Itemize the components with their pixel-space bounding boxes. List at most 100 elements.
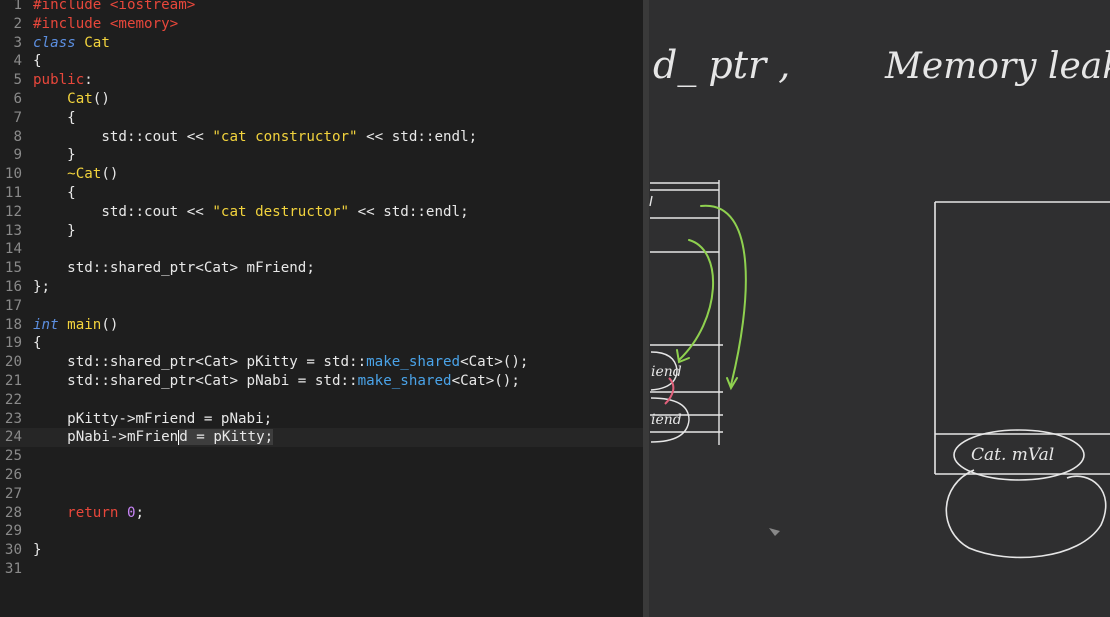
code-line[interactable]: 22: [0, 391, 643, 410]
line-number: 10: [4, 166, 22, 183]
line-code[interactable]: std::shared_ptr<Cat> pNabi = std::make_s…: [33, 372, 520, 391]
code-line[interactable]: 21 std::shared_ptr<Cat> pNabi = std::mak…: [0, 372, 643, 391]
code-line[interactable]: 20 std::shared_ptr<Cat> pKitty = std::ma…: [0, 353, 643, 372]
code-token: 0: [126, 504, 136, 521]
line-number: 21: [4, 373, 22, 389]
line-code[interactable]: #include <iostream>: [33, 0, 195, 15]
line-code[interactable]: class Cat: [33, 34, 110, 53]
code-token: {: [33, 335, 42, 352]
code-line[interactable]: 19 {: [0, 334, 643, 353]
line-number: 6: [13, 91, 22, 107]
code-token: {: [33, 185, 76, 201]
code-line[interactable]: 15 std::shared_ptr<Cat> mFriend;: [0, 259, 643, 278]
code-line[interactable]: 25: [0, 447, 643, 466]
line-code[interactable]: std::cout << "cat constructor" << std::e…: [33, 128, 477, 147]
code-token: pKitty->mFriend = pNabi;: [33, 410, 273, 427]
line-code[interactable]: pNabi->mFriend = pKitty;: [33, 428, 274, 447]
line-code[interactable]: {: [33, 52, 42, 71]
line-number: 8: [13, 128, 22, 145]
code-line[interactable]: 13 }: [0, 222, 643, 241]
line-code[interactable]: std::cout << "cat destructor" << std::en…: [33, 203, 468, 222]
line-code[interactable]: public:: [33, 71, 93, 90]
code-line[interactable]: 9 }: [0, 146, 643, 165]
line-code[interactable]: return 0;: [33, 504, 144, 523]
arrow-inner: [678, 239, 715, 361]
line-number: 23: [4, 410, 22, 427]
line-code[interactable]: Cat(): [33, 90, 110, 109]
code-line[interactable]: 8 std::cout << "cat constructor" << std:…: [0, 128, 643, 147]
code-line[interactable]: 2 #include <memory>: [0, 15, 643, 34]
line-code[interactable]: std::shared_ptr<Cat> pKitty = std::make_…: [33, 353, 528, 372]
code-token: << std::endl;: [357, 128, 478, 145]
code-line[interactable]: 10 ~Cat(): [0, 165, 643, 184]
code-line[interactable]: 18 int main(): [0, 316, 643, 335]
code-token: std::shared_ptr<Cat> pKitty = std::: [33, 354, 367, 371]
stack-label-2: iend: [651, 412, 682, 428]
code-line[interactable]: 4{: [0, 52, 643, 71]
heap-loop: [945, 469, 1107, 559]
line-code[interactable]: #include <memory>: [33, 15, 178, 34]
line-code[interactable]: int main(): [33, 316, 118, 335]
code-line[interactable]: 27: [0, 485, 643, 504]
code-line[interactable]: 24 pNabi->mFriend = pKitty;: [0, 428, 643, 448]
line-number: 4: [13, 53, 22, 70]
code-line[interactable]: 3 class Cat: [0, 34, 643, 53]
line-code[interactable]: pKitty->mFriend = pNabi;: [33, 410, 272, 429]
code-line[interactable]: 26: [0, 466, 643, 485]
line-code[interactable]: {: [33, 184, 76, 203]
code-token: Cat: [67, 91, 93, 107]
code-line[interactable]: 17: [0, 297, 643, 316]
code-token: <Cat>();: [451, 373, 520, 389]
stack-label-1: iend: [651, 364, 682, 380]
whiteboard: d_ ptr , Memory leak iend iend Cat. mVal: [649, 0, 1110, 617]
code-token: (): [101, 166, 119, 183]
code-line[interactable]: 31: [0, 560, 643, 579]
line-number: 7: [13, 109, 22, 126]
code-line[interactable]: 6 Cat(): [0, 90, 643, 109]
code-editor[interactable]: 1 #include <iostream> 2 #include <memory> 3 c…: [0, 0, 643, 617]
code-token: d = pKitty;: [179, 429, 274, 446]
line-code[interactable]: {: [33, 109, 76, 128]
reference-arrows: [676, 204, 747, 391]
code-token: {: [33, 53, 42, 70]
line-code[interactable]: std::shared_ptr<Cat> mFriend;: [33, 259, 315, 278]
code-token: }: [33, 147, 76, 164]
code-line[interactable]: 16};: [0, 278, 643, 297]
code-token: std::shared_ptr<Cat> pNabi = std::: [33, 373, 358, 389]
line-code[interactable]: };: [33, 278, 50, 297]
code-line[interactable]: 5 public:: [0, 71, 643, 90]
code-line[interactable]: 29: [0, 522, 643, 541]
code-token: std::cout <<: [33, 203, 213, 220]
code-line[interactable]: 28 return 0;: [0, 504, 643, 523]
code-token: public: [33, 72, 85, 89]
code-token: std::cout <<: [33, 128, 213, 145]
line-number: 16: [4, 279, 22, 295]
line-code[interactable]: }: [33, 222, 76, 241]
code-token: ;: [135, 504, 145, 521]
whiteboard-canvas: d_ ptr , Memory leak iend iend Cat. mVal: [649, 43, 1110, 559]
code-token: (): [92, 91, 110, 107]
code-token: Cat: [75, 34, 110, 51]
code-line[interactable]: 12 std::cout << "cat destructor" << std:…: [0, 203, 643, 222]
line-number: 20: [4, 354, 22, 371]
line-number: 14: [4, 241, 22, 258]
code-line[interactable]: 1 #include <iostream>: [0, 0, 643, 15]
code-line[interactable]: 11 {: [0, 184, 643, 203]
line-code[interactable]: }: [33, 146, 76, 165]
code-line[interactable]: 23 pKitty->mFriend = pNabi;: [0, 410, 643, 429]
line-number: 19: [4, 335, 22, 352]
line-code[interactable]: {: [33, 334, 42, 353]
line-number: 11: [4, 185, 22, 201]
code-token: make_shared: [366, 354, 461, 371]
line-number: 29: [4, 523, 22, 540]
heap-object-label: Cat. mVal: [971, 445, 1054, 465]
code-line[interactable]: 7 {: [0, 109, 643, 128]
line-code[interactable]: ~Cat(): [33, 165, 118, 184]
line-code[interactable]: }: [33, 541, 42, 560]
stack-diagram: [649, 180, 723, 445]
code-line[interactable]: 14: [0, 240, 643, 259]
code-line[interactable]: 30}: [0, 541, 643, 560]
